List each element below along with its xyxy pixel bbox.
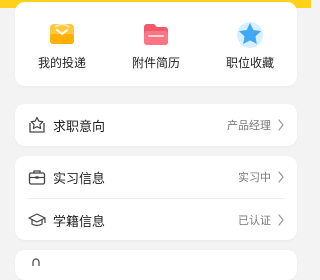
education-value: 已认证 (238, 214, 271, 227)
briefcase-icon (28, 170, 46, 185)
profile-info-card: 实习信息 实习中 学籍信息 已认证 (15, 156, 297, 240)
my-applications-label: 我的投递 (37, 56, 86, 70)
chevron-right-icon (278, 171, 284, 183)
internship-row[interactable]: 实习信息 实习中 (15, 156, 297, 198)
internship-value: 实习中 (238, 171, 271, 184)
attachment-resume-label: 附件简历 (131, 56, 180, 70)
quick-actions-card: 我的投递 附件简历 职位收藏 (15, 2, 297, 86)
partial-row-icon (32, 258, 40, 266)
education-row[interactable]: 学籍信息 已认证 (15, 199, 297, 241)
attachment-resume-button[interactable]: 附件简历 (116, 18, 196, 70)
folder-icon (144, 24, 168, 45)
job-intent-row[interactable]: 求职意向 产品经理 (15, 104, 297, 146)
job-favorites-button[interactable]: 职位收藏 (210, 18, 290, 70)
internship-title: 实习信息 (53, 171, 106, 187)
graduation-cap-icon (28, 213, 46, 227)
job-favorites-label: 职位收藏 (225, 56, 274, 70)
chevron-right-icon (278, 214, 284, 226)
star-box-icon (29, 116, 45, 133)
job-intent-value: 产品经理 (227, 119, 271, 132)
job-intent-title: 求职意向 (53, 119, 106, 135)
star-icon (237, 22, 263, 48)
next-card-partial (15, 250, 297, 280)
inbox-icon (50, 23, 74, 44)
my-applications-button[interactable]: 我的投递 (22, 18, 102, 70)
education-title: 学籍信息 (53, 214, 106, 230)
job-intent-card: 求职意向 产品经理 (15, 104, 297, 146)
chevron-right-icon (278, 119, 284, 131)
